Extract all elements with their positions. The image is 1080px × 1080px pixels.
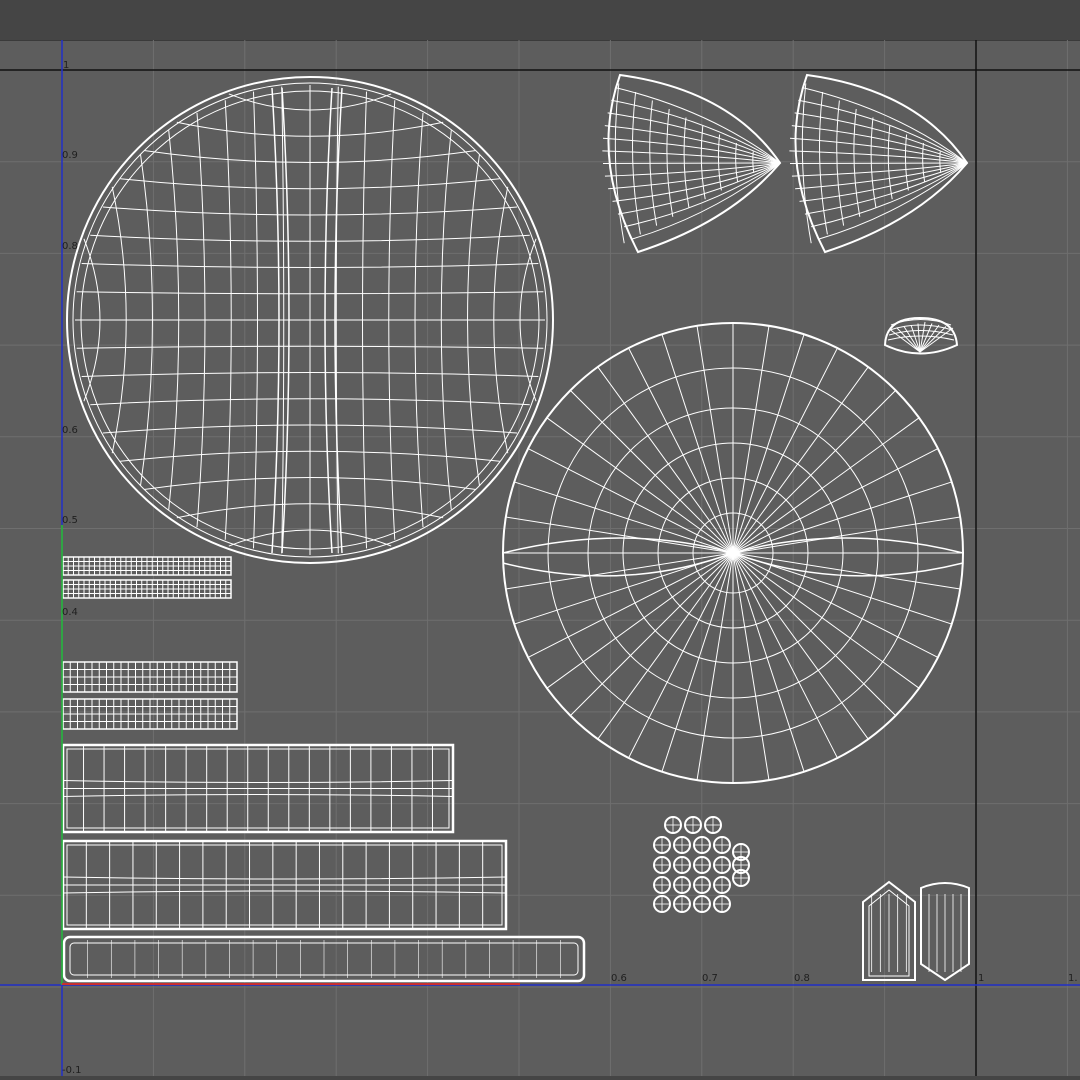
uv-island-bar-bottom[interactable] [62, 935, 586, 983]
v-tick-label: 1 [63, 60, 70, 71]
v-tick-label: 0.4 [62, 607, 78, 618]
uv-island-small-dome[interactable] [883, 316, 959, 355]
uv-canvas[interactable] [0, 40, 1080, 1076]
u-tick-label: 0.7 [702, 973, 718, 984]
u-tick-label: 1 [978, 973, 985, 984]
uv-island-strip-1[interactable] [62, 556, 232, 576]
uv-island-crystal-1[interactable] [862, 880, 916, 981]
v-tick-label: -0.1 [62, 1065, 82, 1076]
u-tick-label: 1. [1068, 973, 1078, 984]
editor-toolbar [0, 0, 1080, 41]
u-tick-label: 0.8 [794, 973, 810, 984]
uv-island-strip-4[interactable] [62, 698, 238, 730]
uv-island-panel-2[interactable] [61, 839, 508, 931]
u-tick-label: 0.6 [611, 973, 627, 984]
uv-island-large-disc[interactable] [66, 76, 554, 564]
v-tick-label: 0.6 [62, 425, 78, 436]
v-tick-label: 0.5 [62, 515, 78, 526]
uv-viewport[interactable]: 1 0.9 0.8 0.6 0.5 0.4 -0.1 0.6 0.7 0.8 1… [0, 40, 1080, 1076]
uv-island-panel-1[interactable] [61, 743, 455, 834]
status-strip [0, 1076, 1080, 1080]
uv-island-fan-2[interactable] [789, 73, 969, 254]
uv-island-fan-1[interactable] [602, 73, 782, 254]
uv-island-radial-disc[interactable] [502, 322, 964, 784]
uv-island-strip-3[interactable] [62, 661, 238, 693]
uv-island-crystal-2[interactable] [920, 882, 970, 982]
uv-island-strip-2[interactable] [62, 579, 232, 599]
v-tick-label: 0.8 [62, 241, 78, 252]
v-tick-label: 0.9 [62, 150, 78, 161]
